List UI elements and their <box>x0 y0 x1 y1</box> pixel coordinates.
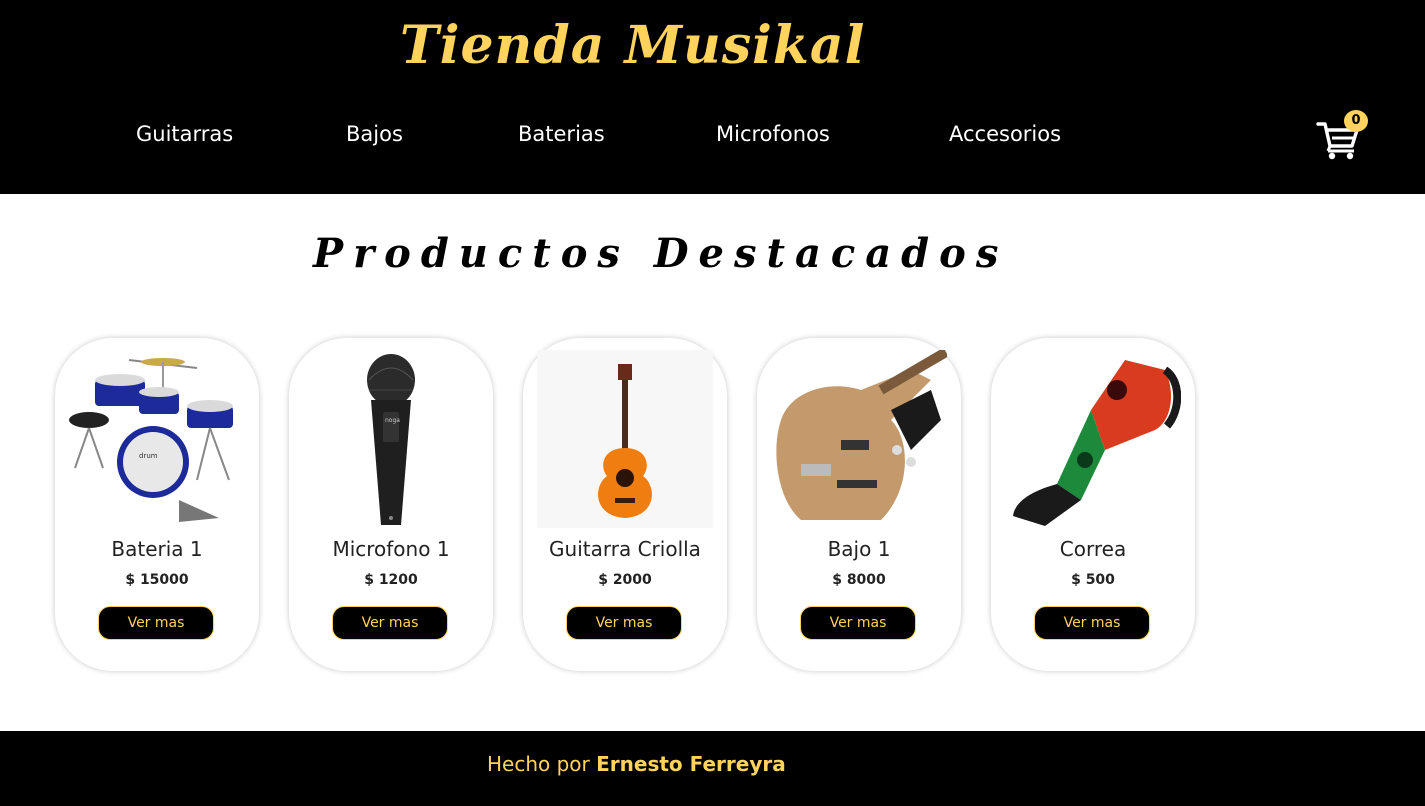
classical-guitar-image <box>537 350 713 528</box>
product-card: noga Microfono 1 $ 1200 Ver mas <box>289 338 493 671</box>
cart-button[interactable]: 0 <box>1316 110 1368 160</box>
nav-guitarras[interactable]: Guitarras <box>136 120 233 148</box>
product-price: $ 2000 <box>598 572 652 588</box>
nav-accesorios[interactable]: Accesorios <box>949 120 1061 148</box>
ver-mas-button[interactable]: Ver mas <box>800 606 916 640</box>
site-header: Tienda Musikal Guitarras Bajos Baterias … <box>0 0 1425 194</box>
svg-text:drum: drum <box>139 452 158 460</box>
product-price: $ 8000 <box>832 572 886 588</box>
ver-mas-button[interactable]: Ver mas <box>566 606 682 640</box>
product-name: Correa <box>1059 537 1127 561</box>
product-card: Bajo 1 $ 8000 Ver mas <box>757 338 961 671</box>
product-card: Correa $ 500 Ver mas <box>991 338 1195 671</box>
svg-text:noga: noga <box>385 417 400 424</box>
nav-baterias[interactable]: Baterias <box>518 120 605 148</box>
product-name: Bajo 1 <box>827 537 891 561</box>
product-name: Bateria 1 <box>111 537 203 561</box>
site-footer: Hecho por Ernesto Ferreyra <box>0 731 1425 806</box>
ver-mas-button[interactable]: Ver mas <box>1034 606 1150 640</box>
brand-logo[interactable]: Tienda Musikal <box>400 16 864 76</box>
guitar-strap-image <box>1013 360 1181 526</box>
product-price: $ 15000 <box>125 572 189 588</box>
section-title: Productos Destacados <box>313 230 1009 277</box>
bass-guitar-image <box>776 350 947 520</box>
ver-mas-button[interactable]: Ver mas <box>332 606 448 640</box>
footer-author: Ernesto Ferreyra <box>596 752 786 776</box>
product-price: $ 500 <box>1071 572 1115 588</box>
footer-prefix: Hecho por <box>487 752 590 776</box>
product-card: drum Bateria 1 $ 15000 Ver mas <box>55 338 259 671</box>
footer-credit: Hecho por Ernesto Ferreyra <box>487 749 786 779</box>
product-name: Guitarra Criolla <box>549 537 701 561</box>
product-name: Microfono 1 <box>332 537 450 561</box>
cart-count-badge: 0 <box>1344 110 1368 132</box>
product-card: Guitarra Criolla $ 2000 Ver mas <box>523 338 727 671</box>
ver-mas-button[interactable]: Ver mas <box>98 606 214 640</box>
nav-microfonos[interactable]: Microfonos <box>716 120 830 148</box>
microphone-image: noga <box>367 354 415 525</box>
nav-bajos[interactable]: Bajos <box>346 120 403 148</box>
drum-kit-image: drum <box>69 358 233 522</box>
product-price: $ 1200 <box>364 572 418 588</box>
